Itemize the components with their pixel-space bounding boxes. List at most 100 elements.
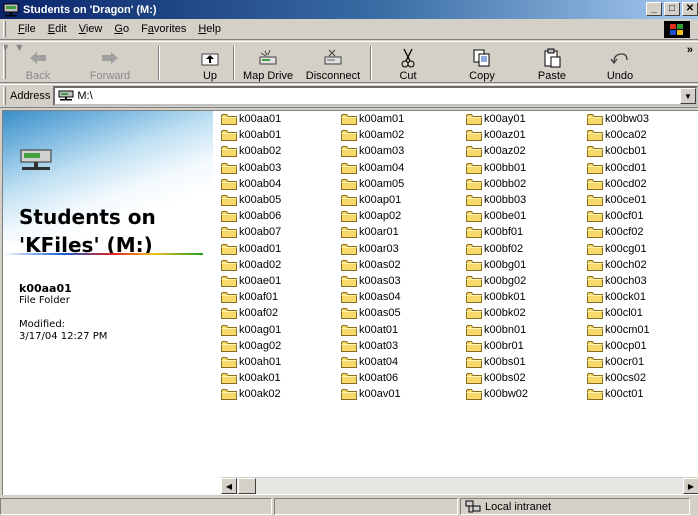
toolbar-overflow-chevron[interactable]: »: [687, 44, 693, 56]
undo-button[interactable]: Undo: [600, 44, 640, 82]
up-button[interactable]: Up: [192, 44, 228, 82]
folder-item[interactable]: k00at01: [341, 321, 404, 337]
folder-item[interactable]: k00cf02: [587, 224, 650, 240]
folder-item[interactable]: k00bw03: [587, 111, 650, 127]
folder-item[interactable]: k00bg02: [466, 273, 528, 289]
folder-item[interactable]: k00cr01: [587, 354, 650, 370]
folder-item[interactable]: k00af02: [221, 305, 281, 321]
folder-item[interactable]: k00af01: [221, 289, 281, 305]
folder-item[interactable]: k00ab04: [221, 176, 281, 192]
toolbar-grip[interactable]: [3, 45, 6, 79]
folder-item[interactable]: k00bg01: [466, 257, 528, 273]
copy-button[interactable]: Copy: [462, 44, 502, 82]
folder-item[interactable]: k00cs02: [587, 370, 650, 386]
folder-item[interactable]: k00bk02: [466, 305, 528, 321]
folder-item[interactable]: k00az02: [466, 143, 528, 159]
folder-item[interactable]: k00ar03: [341, 241, 404, 257]
folder-item[interactable]: k00bw02: [466, 386, 528, 402]
folder-item[interactable]: k00be01: [466, 208, 528, 224]
folder-item[interactable]: k00ch02: [587, 257, 650, 273]
menu-edit[interactable]: Edit: [42, 23, 73, 35]
folder-item[interactable]: k00cf01: [587, 208, 650, 224]
paste-button[interactable]: Paste: [532, 44, 572, 82]
scroll-right-button[interactable]: ▶: [683, 478, 698, 494]
scroll-thumb[interactable]: [238, 478, 256, 494]
folder-item[interactable]: k00am03: [341, 143, 404, 159]
menu-view[interactable]: View: [73, 23, 109, 35]
folder-item[interactable]: k00bs01: [466, 354, 528, 370]
folder-item[interactable]: k00as02: [341, 257, 404, 273]
forward-button[interactable]: Forward: [80, 44, 140, 82]
scroll-left-button[interactable]: ◀: [221, 478, 237, 494]
folder-item[interactable]: k00ab07: [221, 224, 281, 240]
folder-item[interactable]: k00cd02: [587, 176, 650, 192]
folder-item[interactable]: k00ak02: [221, 386, 281, 402]
folder-item[interactable]: k00ag01: [221, 321, 281, 337]
folder-item[interactable]: k00am02: [341, 127, 404, 143]
horizontal-scrollbar[interactable]: ◀ ▶: [221, 477, 698, 494]
folder-item[interactable]: k00ch03: [587, 273, 650, 289]
folder-item[interactable]: k00ak01: [221, 370, 281, 386]
folder-item[interactable]: k00av01: [341, 386, 404, 402]
folder-item[interactable]: k00cb01: [587, 143, 650, 159]
menu-go[interactable]: Go: [108, 23, 135, 35]
folder-item[interactable]: k00ay01: [466, 111, 528, 127]
folder-item[interactable]: k00ae01: [221, 273, 281, 289]
folder-item[interactable]: k00ah01: [221, 354, 281, 370]
map-drive-button[interactable]: Map Drive: [237, 44, 299, 82]
folder-item[interactable]: k00ab02: [221, 143, 281, 159]
folder-item[interactable]: k00cd01: [587, 160, 650, 176]
folder-item[interactable]: k00am04: [341, 160, 404, 176]
folder-item[interactable]: k00aa01: [221, 111, 281, 127]
folder-item[interactable]: k00br01: [466, 338, 528, 354]
folder-item[interactable]: k00at06: [341, 370, 404, 386]
folder-item[interactable]: k00ck01: [587, 289, 650, 305]
folder-item[interactable]: k00ce01: [587, 192, 650, 208]
folder-item[interactable]: k00ar01: [341, 224, 404, 240]
address-field[interactable]: M:\ ▼: [53, 86, 698, 106]
disconnect-button[interactable]: Disconnect: [301, 44, 365, 82]
folder-item[interactable]: k00bb03: [466, 192, 528, 208]
maximize-button[interactable]: □: [664, 2, 680, 16]
folder-item[interactable]: k00ap02: [341, 208, 404, 224]
folder-item[interactable]: k00cm01: [587, 321, 650, 337]
menubar-grip[interactable]: [3, 21, 6, 37]
menu-favorites[interactable]: Favorites: [135, 23, 192, 35]
folder-item[interactable]: k00az01: [466, 127, 528, 143]
folder-item[interactable]: k00ag02: [221, 338, 281, 354]
folder-item[interactable]: k00cg01: [587, 241, 650, 257]
folder-item[interactable]: k00ad01: [221, 241, 281, 257]
folder-item[interactable]: k00at04: [341, 354, 404, 370]
folder-item[interactable]: k00bk01: [466, 289, 528, 305]
back-button[interactable]: Back: [14, 44, 62, 82]
folder-item[interactable]: k00bb02: [466, 176, 528, 192]
address-dropdown-button[interactable]: ▼: [680, 88, 696, 104]
folder-item[interactable]: k00am05: [341, 176, 404, 192]
folder-item[interactable]: k00ab01: [221, 127, 281, 143]
folder-item[interactable]: k00ab03: [221, 160, 281, 176]
folder-item[interactable]: k00cl01: [587, 305, 650, 321]
close-button[interactable]: ✕: [682, 2, 698, 16]
folder-item[interactable]: k00am01: [341, 111, 404, 127]
cut-button[interactable]: Cut: [388, 44, 428, 82]
folder-item[interactable]: k00ca02: [587, 127, 650, 143]
folder-item[interactable]: k00bf01: [466, 224, 528, 240]
folder-item[interactable]: k00bn01: [466, 321, 528, 337]
folder-item[interactable]: k00at03: [341, 338, 404, 354]
folder-item[interactable]: k00bs02: [466, 370, 528, 386]
folder-item[interactable]: k00as05: [341, 305, 404, 321]
folder-item[interactable]: k00bb01: [466, 160, 528, 176]
folder-item[interactable]: k00ct01: [587, 386, 650, 402]
minimize-button[interactable]: _: [646, 2, 662, 16]
folder-item[interactable]: k00ab06: [221, 208, 281, 224]
folder-item[interactable]: k00as04: [341, 289, 404, 305]
menu-file[interactable]: File: [12, 23, 42, 35]
folder-item[interactable]: k00as03: [341, 273, 404, 289]
folder-item[interactable]: k00bf02: [466, 241, 528, 257]
folder-item[interactable]: k00ab05: [221, 192, 281, 208]
folder-item[interactable]: k00ad02: [221, 257, 281, 273]
folder-item[interactable]: k00ap01: [341, 192, 404, 208]
folder-item[interactable]: k00cp01: [587, 338, 650, 354]
menu-help[interactable]: Help: [192, 23, 227, 35]
addressbar-grip[interactable]: [3, 87, 6, 105]
